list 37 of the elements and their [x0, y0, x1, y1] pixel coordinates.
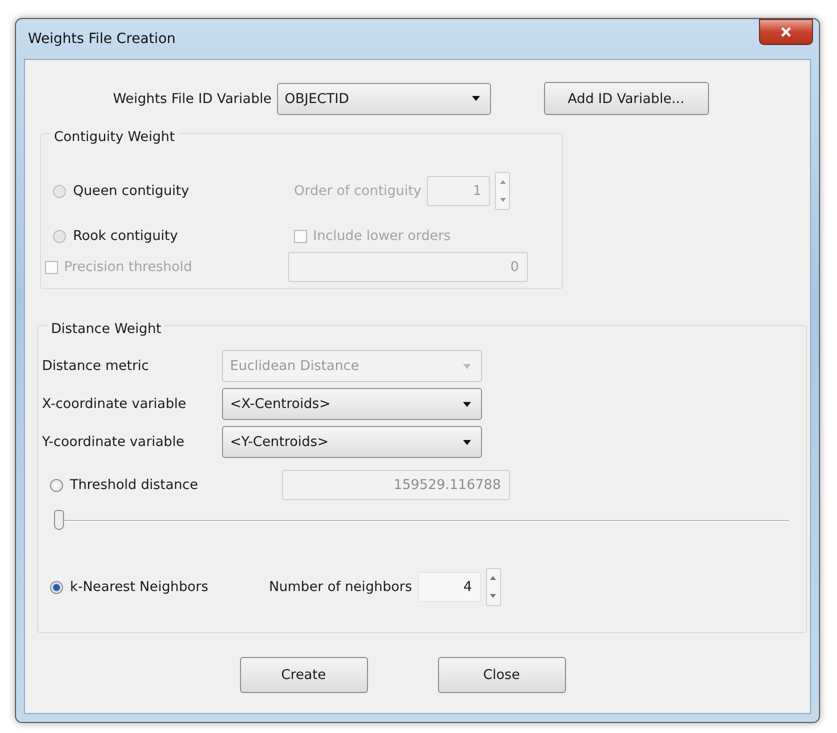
dropdown-arrow-icon	[463, 364, 471, 368]
slider-thumb[interactable]	[54, 510, 64, 530]
id-variable-label: Weights File ID Variable	[113, 90, 272, 106]
down-arrow-icon	[500, 198, 506, 202]
order-of-contiguity-label: Order of contiguity	[294, 183, 422, 199]
id-variable-dropdown[interactable]: OBJECTID	[276, 82, 491, 114]
rook-contiguity-label: Rook contiguity	[73, 228, 178, 244]
threshold-slider[interactable]	[54, 510, 789, 532]
dropdown-arrow-icon	[472, 96, 480, 101]
neighbors-field[interactable]: 4	[418, 572, 481, 602]
queen-contiguity-label: Queen contiguity	[73, 183, 190, 199]
up-arrow-icon	[500, 180, 506, 184]
dropdown-arrow-icon	[463, 440, 471, 444]
y-coordinate-label: Y-coordinate variable	[42, 434, 186, 450]
knn-label: k-Nearest Neighbors	[70, 579, 208, 595]
close-window-button[interactable]	[759, 19, 813, 45]
number-of-neighbors-label: Number of neighbors	[269, 579, 412, 595]
include-lower-orders-label: Include lower orders	[313, 228, 451, 244]
radio-button[interactable]	[50, 478, 63, 492]
close-button[interactable]: Close	[438, 657, 566, 693]
spinner[interactable]	[486, 568, 501, 606]
close-icon	[780, 26, 792, 38]
threshold-distance-label: Threshold distance	[70, 477, 198, 493]
group-title: Contiguity Weight	[51, 129, 178, 145]
x-coordinate-label: X-coordinate variable	[42, 396, 188, 412]
x-coordinate-dropdown[interactable]: <X-Centroids>	[222, 388, 482, 420]
down-arrow-icon	[490, 594, 496, 598]
up-arrow-icon	[490, 576, 496, 580]
group-title: Distance Weight	[48, 321, 164, 337]
distance-metric-label: Distance metric	[42, 358, 150, 374]
window-title: Weights File Creation	[28, 31, 176, 47]
y-coordinate-dropdown[interactable]: <Y-Centroids>	[222, 426, 482, 458]
add-id-variable-button[interactable]: Add ID Variable...	[544, 82, 709, 115]
radio-button[interactable]	[50, 580, 63, 594]
dropdown-arrow-icon	[463, 402, 471, 406]
precision-threshold-label: Precision threshold	[64, 259, 192, 275]
create-button[interactable]: Create	[240, 657, 368, 693]
